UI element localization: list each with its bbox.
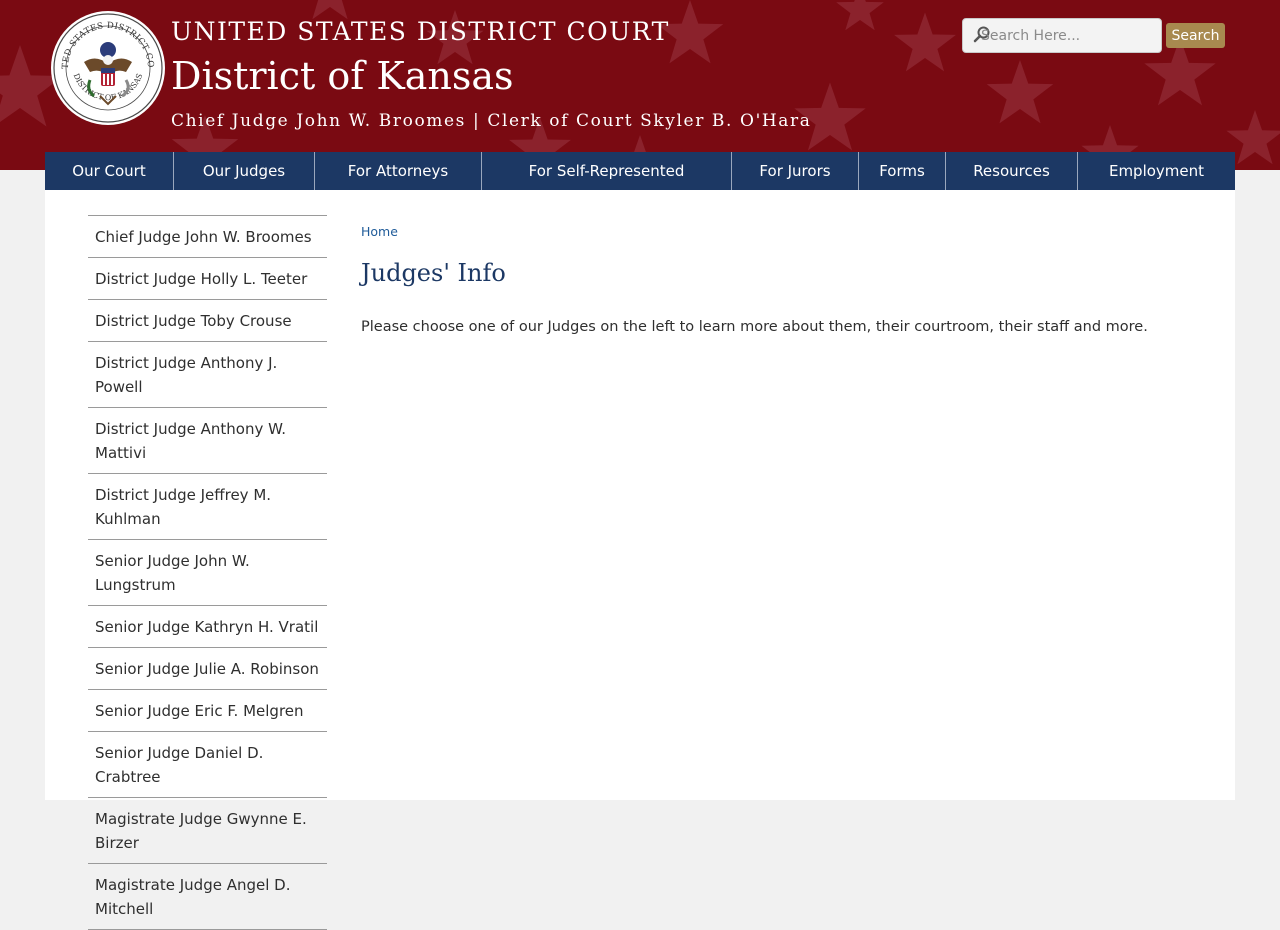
main-nav: Our Court Our Judges For Attorneys For S…: [45, 152, 1235, 190]
sidebar-item-powell[interactable]: District Judge Anthony J. Powell: [88, 342, 327, 408]
nav-item-for-attorneys[interactable]: For Attorneys: [315, 152, 482, 190]
sidebar-item-robinson[interactable]: Senior Judge Julie A. Robinson: [88, 648, 327, 690]
sidebar-item-lungstrum[interactable]: Senior Judge John W. Lungstrum: [88, 540, 327, 606]
district-court-seal-icon[interactable]: UNITED STATES DISTRICT COURT DISTRICT OF…: [50, 10, 166, 126]
search-input[interactable]: [981, 19, 1159, 52]
sidebar-item-birzer[interactable]: Magistrate Judge Gwynne E. Birzer: [88, 798, 327, 864]
nav-item-for-self-represented[interactable]: For Self-Represented: [482, 152, 732, 190]
page-title: Judges' Info: [361, 259, 506, 287]
sidebar-item-kuhlman[interactable]: District Judge Jeffrey M. Kuhlman: [88, 474, 327, 540]
sidebar-item-crabtree[interactable]: Senior Judge Daniel D. Crabtree: [88, 732, 327, 798]
judges-sidebar: Chief Judge John W. Broomes District Jud…: [88, 215, 327, 930]
court-name[interactable]: UNITED STATES DISTRICT COURT: [171, 14, 811, 50]
nav-item-our-judges[interactable]: Our Judges: [174, 152, 315, 190]
sidebar-item-mitchell[interactable]: Magistrate Judge Angel D. Mitchell: [88, 864, 327, 930]
nav-item-our-court[interactable]: Our Court: [45, 152, 174, 190]
nav-item-for-jurors[interactable]: For Jurors: [732, 152, 859, 190]
sidebar-item-mattivi[interactable]: District Judge Anthony W. Mattivi: [88, 408, 327, 474]
sidebar-item-teeter[interactable]: District Judge Holly L. Teeter: [88, 258, 327, 300]
sidebar-item-broomes[interactable]: Chief Judge John W. Broomes: [88, 216, 327, 258]
breadcrumb-home[interactable]: Home: [361, 224, 398, 239]
search-box: [962, 18, 1162, 53]
sidebar-item-crouse[interactable]: District Judge Toby Crouse: [88, 300, 327, 342]
district-name[interactable]: District of Kansas: [171, 50, 811, 102]
nav-item-resources[interactable]: Resources: [946, 152, 1078, 190]
search-button[interactable]: Search: [1166, 23, 1225, 48]
nav-item-forms[interactable]: Forms: [859, 152, 946, 190]
sidebar-item-melgren[interactable]: Senior Judge Eric F. Melgren: [88, 690, 327, 732]
sidebar-item-vratil[interactable]: Senior Judge Kathryn H. Vratil: [88, 606, 327, 648]
intro-text: Please choose one of our Judges on the l…: [361, 319, 1148, 335]
nav-item-employment[interactable]: Employment: [1078, 152, 1235, 190]
court-officers: Chief Judge John W. Broomes | Clerk of C…: [171, 111, 812, 131]
header-banner: UNITED STATES DISTRICT COURT DISTRICT OF…: [0, 0, 1280, 170]
content-panel: Chief Judge John W. Broomes District Jud…: [45, 190, 1235, 930]
site-title-block: UNITED STATES DISTRICT COURT District of…: [171, 14, 811, 136]
